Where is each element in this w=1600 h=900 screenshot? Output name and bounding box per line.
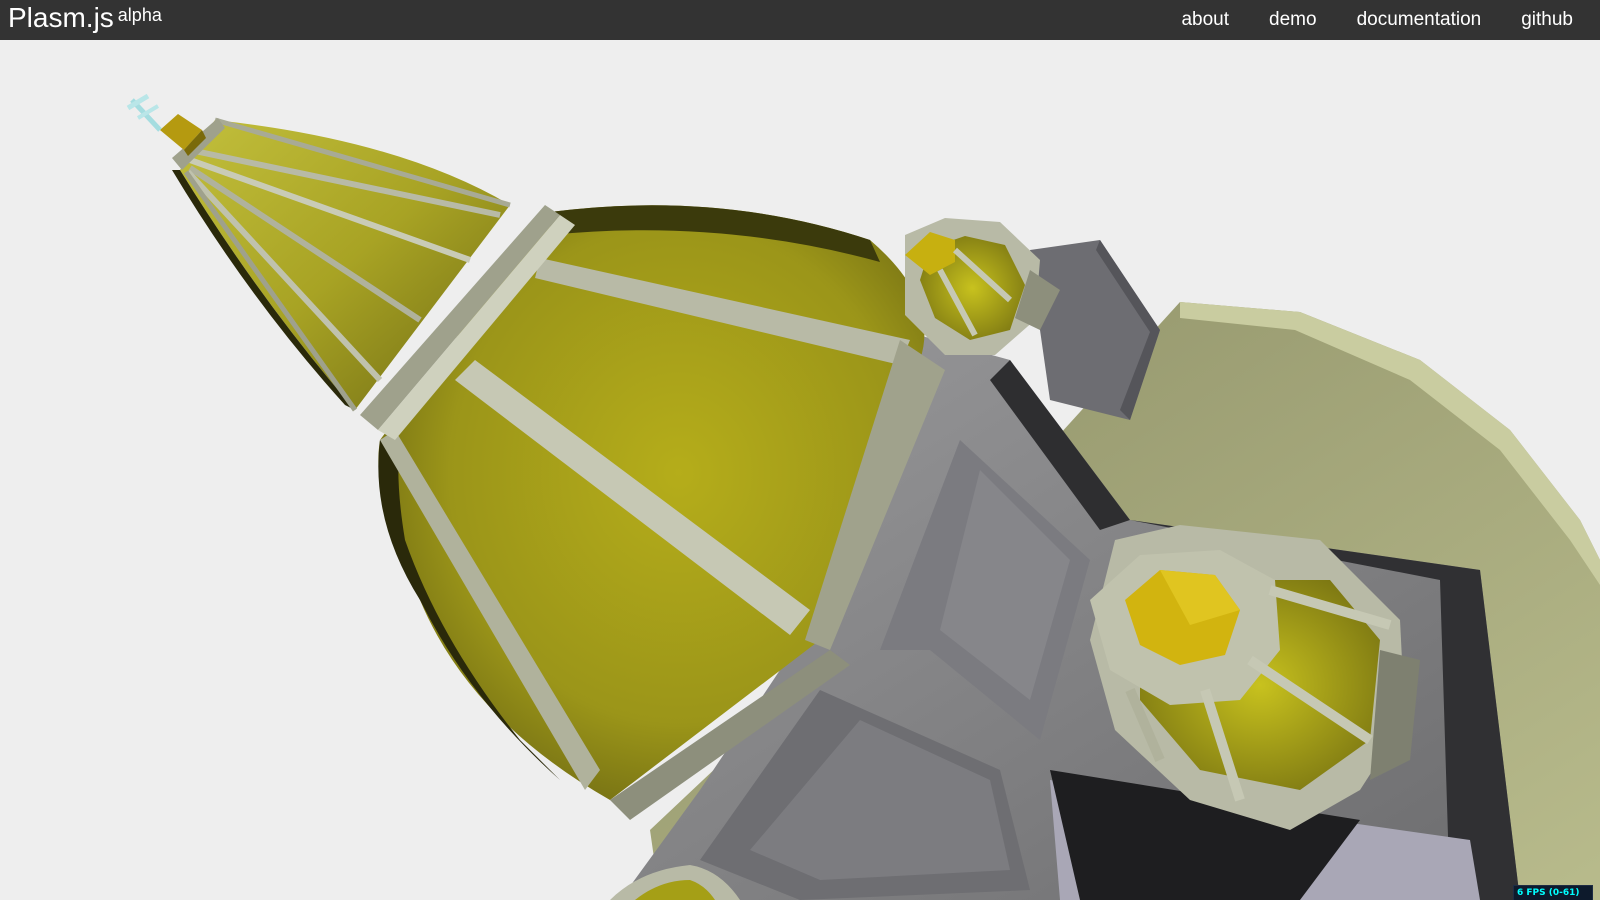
nav-links: about demo documentation github	[1161, 0, 1600, 40]
brand-title: Plasm.js	[8, 2, 114, 33]
nav-about-link[interactable]: about	[1161, 0, 1249, 40]
3d-model-render	[126, 93, 1600, 900]
brand-logo[interactable]: Plasm.js alpha	[8, 1, 162, 35]
top-navbar: Plasm.js alpha about demo documentation g…	[0, 0, 1600, 40]
nav-github-link[interactable]: github	[1501, 0, 1600, 40]
nav-demo-link[interactable]: demo	[1249, 0, 1337, 40]
fps-stats-panel[interactable]: 6 FPS (0-61)	[1513, 885, 1593, 900]
small-top-dome-shape	[905, 218, 1060, 355]
3d-scene-canvas[interactable]: 6 FPS (0-61)	[0, 40, 1600, 900]
fps-readout: 6 FPS (0-61)	[1517, 888, 1580, 898]
nav-documentation-link[interactable]: documentation	[1337, 0, 1502, 40]
brand-alpha-tag: alpha	[117, 5, 162, 25]
